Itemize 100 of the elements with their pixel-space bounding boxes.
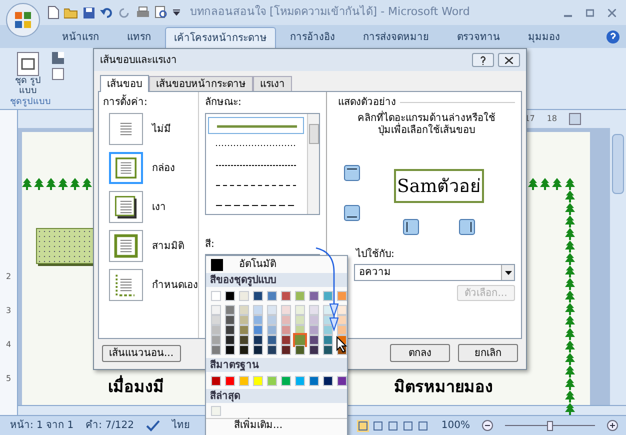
horizontal-line-button[interactable]: เส้นแนวนอน...	[102, 344, 181, 362]
color-swatch[interactable]	[211, 291, 221, 301]
dropdown-caret-icon[interactable]	[501, 265, 514, 280]
color-swatch[interactable]	[309, 291, 319, 301]
color-swatch[interactable]	[337, 376, 347, 386]
color-swatch[interactable]	[211, 406, 221, 416]
border-toggle-icon[interactable]	[344, 205, 360, 221]
color-swatch[interactable]	[239, 315, 249, 325]
list-scrollbar[interactable]	[307, 114, 319, 214]
color-swatch[interactable]	[211, 335, 221, 345]
setting-option[interactable]: เงา	[152, 200, 166, 214]
border-toggle-icon[interactable]	[403, 219, 420, 235]
zoom-out-icon[interactable]	[482, 420, 493, 431]
color-swatch[interactable]	[323, 335, 333, 345]
color-swatch[interactable]	[337, 305, 347, 315]
color-swatch[interactable]	[295, 315, 305, 325]
automatic-color-option[interactable]: อัตโนมัติ	[206, 256, 347, 273]
color-swatch[interactable]	[295, 345, 305, 355]
more-colors-option[interactable]: สีเพิ่มเติม...	[206, 419, 347, 432]
color-swatch[interactable]	[239, 325, 249, 335]
ribbon-tab[interactable]: หน้าแรก	[48, 27, 113, 48]
color-swatch[interactable]	[337, 325, 347, 335]
color-swatch[interactable]	[267, 376, 277, 386]
color-swatch[interactable]	[239, 291, 249, 301]
color-swatch[interactable]	[253, 315, 263, 325]
color-swatch[interactable]	[337, 291, 347, 301]
ribbon-tab[interactable]: ตรวจทาน	[443, 27, 514, 48]
themes-button[interactable]: ชุด รูปแบบ	[10, 52, 46, 96]
setting-option[interactable]: กล่อง	[152, 160, 175, 176]
print-icon[interactable]	[136, 6, 150, 19]
color-swatch[interactable]	[253, 305, 263, 315]
help-icon[interactable]	[606, 30, 620, 44]
folder-icon[interactable]	[64, 6, 78, 18]
draft-icon[interactable]	[417, 420, 430, 432]
color-swatch[interactable]	[211, 345, 221, 355]
color-swatch[interactable]	[239, 376, 249, 386]
color-swatch[interactable]	[295, 291, 305, 301]
color-swatch[interactable]	[309, 376, 319, 386]
zoom-in-icon[interactable]	[607, 420, 618, 431]
color-swatch[interactable]	[253, 335, 263, 345]
color-swatch[interactable]	[295, 335, 305, 345]
redo-icon[interactable]	[119, 6, 131, 18]
color-swatch[interactable]	[267, 305, 277, 315]
office-button[interactable]	[6, 3, 40, 37]
color-swatch[interactable]	[295, 305, 305, 315]
dialog-tab[interactable]: แรเงา	[253, 76, 292, 91]
color-swatch[interactable]	[309, 315, 319, 325]
close-icon[interactable]	[608, 8, 616, 16]
color-swatch[interactable]	[309, 305, 319, 315]
color-swatch[interactable]	[281, 345, 291, 355]
color-swatch[interactable]	[267, 345, 277, 355]
color-swatch[interactable]	[281, 325, 291, 335]
zoom-slider[interactable]	[505, 420, 595, 430]
print-preview-icon[interactable]	[155, 6, 168, 19]
close-button[interactable]	[498, 53, 520, 67]
customize-toolbar-icon[interactable]	[173, 9, 180, 16]
cancel-button[interactable]: ยกเลิก	[458, 344, 518, 362]
color-swatch[interactable]	[225, 315, 235, 325]
color-swatch[interactable]	[239, 345, 249, 355]
color-swatch[interactable]	[309, 345, 319, 355]
outline-icon[interactable]	[402, 420, 414, 432]
color-swatch[interactable]	[225, 305, 235, 315]
color-swatch[interactable]	[239, 305, 249, 315]
color-swatch[interactable]	[225, 345, 235, 355]
reading-layout-icon[interactable]	[372, 420, 384, 432]
color-swatch[interactable]	[309, 325, 319, 335]
color-swatch[interactable]	[211, 376, 221, 386]
print-layout-icon[interactable]	[357, 420, 370, 432]
border-setting-icon[interactable]	[109, 191, 143, 223]
zoom-level[interactable]: 100%	[441, 418, 470, 433]
color-swatch[interactable]	[281, 291, 291, 301]
color-swatch[interactable]	[225, 335, 235, 345]
ribbon-tab[interactable]: การส่งจดหมาย	[349, 27, 443, 48]
ok-button[interactable]: ตกลง	[390, 344, 450, 362]
color-swatch[interactable]	[281, 315, 291, 325]
color-swatch[interactable]	[211, 305, 221, 315]
setting-option[interactable]: กำหนดเอง	[152, 278, 198, 292]
ribbon-tab[interactable]: เค้าโครงหน้ากระดาษ	[165, 27, 276, 48]
color-swatch[interactable]	[253, 325, 263, 335]
border-toggle-icon[interactable]	[344, 165, 360, 181]
apply-to-dropdown[interactable]: อความ	[354, 264, 515, 281]
color-swatch[interactable]	[267, 315, 277, 325]
color-swatch[interactable]	[323, 345, 333, 355]
language-indicator[interactable]: ไทย	[172, 418, 190, 433]
preview-box[interactable]: Samตัวอย่	[394, 169, 484, 203]
color-swatch[interactable]	[281, 376, 291, 386]
color-swatch[interactable]	[267, 325, 277, 335]
ruler-toggle-icon[interactable]	[569, 113, 581, 125]
maximize-icon[interactable]	[586, 8, 594, 16]
ribbon-tab[interactable]: การอ้างอิง	[276, 27, 349, 48]
proofing-icon[interactable]	[146, 420, 160, 432]
border-toggle-icon[interactable]	[459, 219, 476, 235]
color-swatch[interactable]	[281, 305, 291, 315]
color-swatch[interactable]	[225, 376, 235, 386]
new-document-icon[interactable]	[48, 6, 59, 19]
setting-option[interactable]: สามมิติ	[152, 238, 184, 254]
web-layout-icon[interactable]	[387, 420, 400, 432]
color-swatch[interactable]	[267, 335, 277, 345]
color-swatch[interactable]	[253, 345, 263, 355]
color-swatch[interactable]	[253, 376, 263, 386]
